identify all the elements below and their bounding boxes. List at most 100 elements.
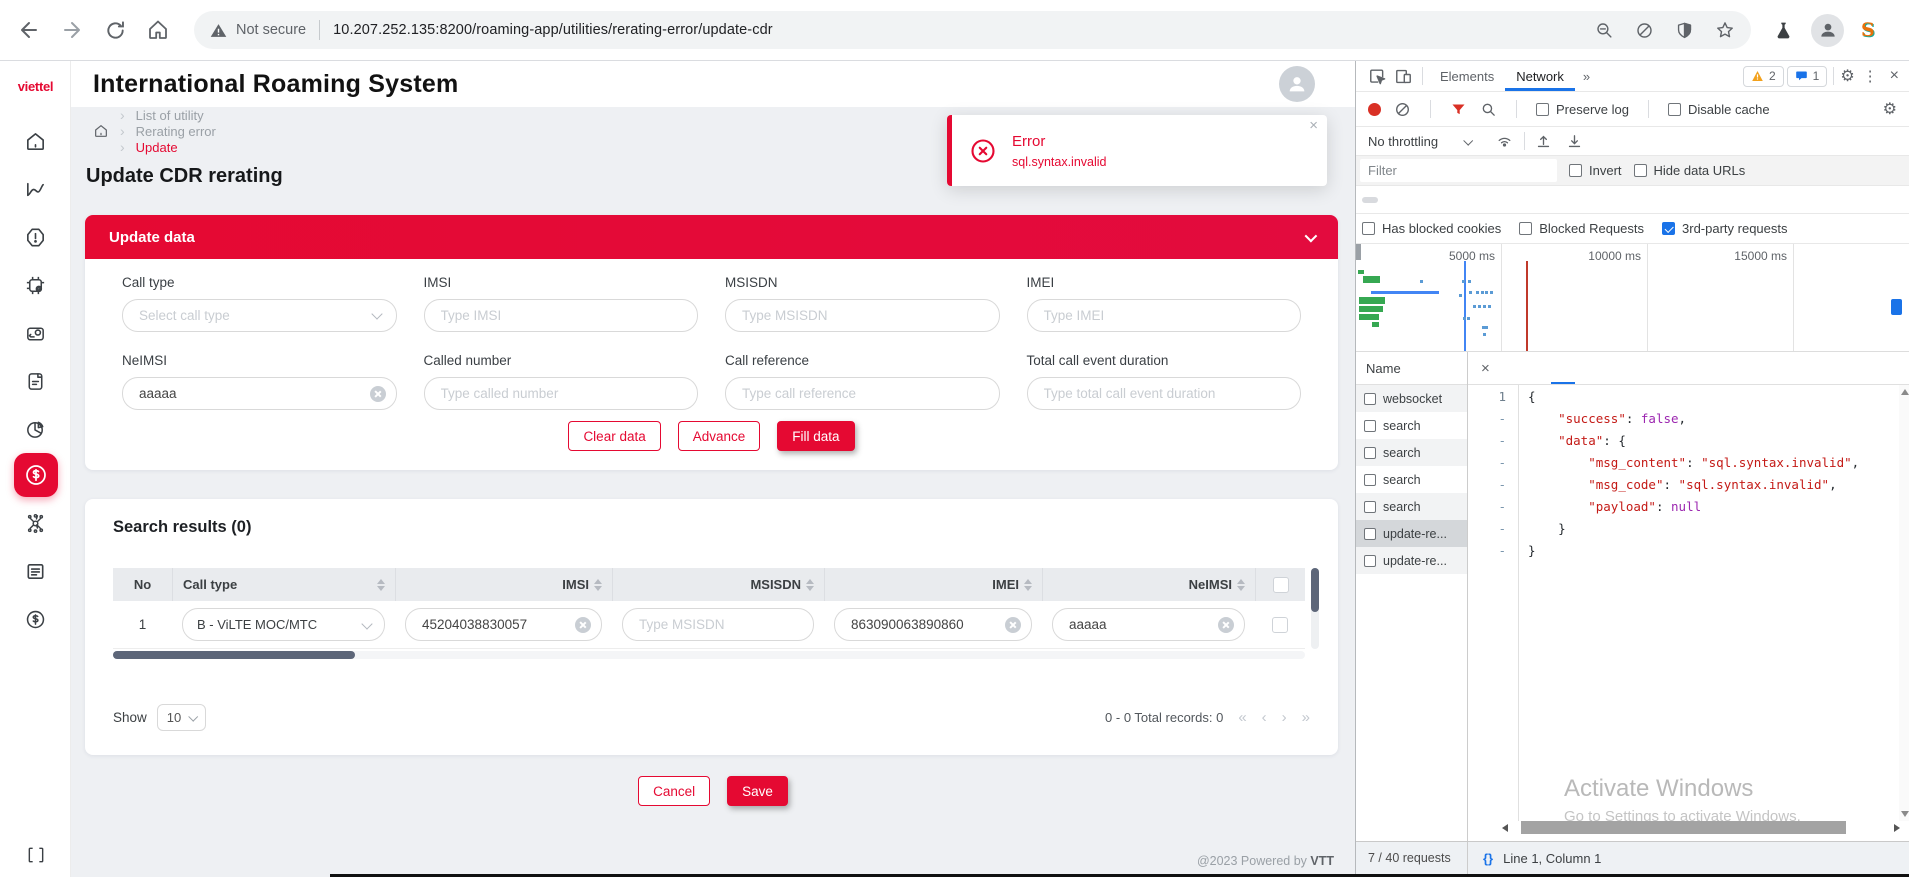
forward-icon[interactable] [59,17,85,43]
scroll-right-icon[interactable] [1894,824,1900,832]
col-msisdn[interactable]: MSISDN [612,568,824,601]
sidebar-item-console[interactable] [0,837,71,873]
import-har-icon[interactable] [1535,133,1552,150]
fill-data-button[interactable]: Fill data [777,421,854,451]
select-all-checkbox[interactable] [1273,577,1289,593]
next-page-icon[interactable]: › [1282,709,1287,726]
network-settings-icon[interactable]: ⚙ [1883,99,1897,119]
sidebar-item-analytics[interactable] [0,171,71,207]
request-row[interactable]: websocket [1356,385,1467,412]
table-vertical-scrollbar[interactable] [1311,568,1319,649]
disable-cache-checkbox[interactable]: Disable cache [1668,102,1770,117]
detail-tab[interactable] [1599,352,1623,384]
request-checkbox[interactable] [1364,447,1376,459]
home-icon[interactable] [145,17,171,43]
throttling-select[interactable]: No throttling [1368,134,1438,149]
scrollbar-thumb[interactable] [1521,821,1846,834]
sort-icon[interactable] [1024,579,1032,591]
request-filter-checkbox[interactable]: Blocked Requests [1519,221,1644,236]
reload-icon[interactable] [102,17,128,43]
request-checkbox[interactable] [1364,474,1376,486]
type-filter[interactable] [1362,197,1378,203]
breadcrumb-item[interactable]: ›List of utility [120,107,216,123]
imsi-input[interactable] [424,299,699,332]
request-row[interactable]: search [1356,493,1467,520]
zoom-out-icon[interactable] [1595,21,1614,40]
prev-page-icon[interactable]: ‹ [1262,709,1267,726]
browser-profile-avatar[interactable] [1811,14,1844,47]
record-network-log-icon[interactable] [1368,103,1381,116]
more-tabs-icon[interactable]: » [1575,69,1598,84]
close-detail-icon[interactable]: × [1468,360,1503,377]
sort-icon[interactable] [1237,579,1245,591]
clear-field-icon[interactable] [1218,617,1234,633]
sort-icon[interactable] [806,579,814,591]
total-duration-input[interactable] [1027,377,1302,410]
row-neimsi-input[interactable] [1052,608,1245,641]
scrollbar-thumb[interactable] [113,651,355,659]
address-bar[interactable]: Not secure 10.207.252.135:8200/roaming-a… [194,11,1751,49]
request-checkbox[interactable] [1364,393,1376,405]
row-imsi-input[interactable] [405,608,602,641]
request-row[interactable]: update-re... [1356,520,1467,547]
user-avatar[interactable] [1279,66,1315,102]
page-size-select[interactable]: 10 [157,704,206,731]
url-text[interactable]: 10.207.252.135:8200/roaming-app/utilitie… [333,22,773,38]
first-page-icon[interactable]: « [1238,709,1246,726]
network-conditions-icon[interactable] [1495,133,1514,150]
scroll-down-icon[interactable] [1901,811,1909,817]
sort-icon[interactable] [377,579,385,591]
bookmark-star-icon[interactable] [1715,20,1735,40]
collapse-chevron-icon[interactable] [1305,229,1318,242]
toast-close-icon[interactable]: × [1309,117,1318,134]
clear-data-button[interactable]: Clear data [568,421,660,451]
request-filter-checkbox[interactable]: 3rd-party requests [1662,221,1788,236]
devtools-close-icon[interactable]: × [1886,67,1909,85]
extension-flask-icon[interactable] [1773,20,1794,41]
request-row[interactable]: search [1356,412,1467,439]
sidebar-item-reports[interactable] [0,411,71,447]
request-checkbox[interactable] [1364,555,1376,567]
detail-tab[interactable] [1527,352,1551,384]
sidebar-item-wallet[interactable] [0,315,71,351]
sidebar-item-network[interactable] [0,505,71,541]
blocked-content-icon[interactable] [1635,21,1654,40]
network-filter-input[interactable] [1360,159,1557,182]
called-number-input[interactable] [424,377,699,410]
request-checkbox[interactable] [1364,420,1376,432]
row-imei-input[interactable] [834,608,1032,641]
scroll-up-icon[interactable] [1901,389,1909,395]
col-call-type[interactable]: Call type [172,568,395,601]
request-row[interactable]: search [1356,439,1467,466]
breadcrumb-item[interactable]: ›Update [120,139,216,155]
code-horizontal-scrollbar[interactable] [1468,820,1909,836]
detail-tab[interactable] [1551,352,1575,384]
tab-network[interactable]: Network [1505,61,1575,91]
preserve-log-checkbox[interactable]: Preserve log [1536,102,1629,117]
last-page-icon[interactable]: » [1302,709,1310,726]
sidebar-item-alerts[interactable] [0,219,71,255]
col-imei[interactable]: IMEI [824,568,1042,601]
breadcrumb-home-icon[interactable] [93,123,109,139]
inspect-element-icon[interactable] [1364,63,1390,89]
call-reference-input[interactable] [725,377,1000,410]
warnings-badge[interactable]: 2 [1743,66,1784,87]
clear-network-log-icon[interactable] [1394,101,1411,118]
clear-field-icon[interactable] [575,617,591,633]
name-column-header[interactable]: Name [1356,352,1467,385]
sidebar-item-billing[interactable] [0,601,71,637]
clear-field-icon[interactable] [1005,617,1021,633]
detail-tab[interactable] [1503,352,1527,384]
invert-checkbox[interactable]: Invert [1569,163,1622,178]
update-data-header[interactable]: Update data [85,215,1338,259]
s-extension-icon[interactable]: S [1861,19,1875,41]
devtools-menu-icon[interactable]: ⋮ [1855,67,1886,85]
sidebar-item-home[interactable] [0,123,71,159]
col-imsi[interactable]: IMSI [395,568,612,601]
col-neimsi[interactable]: NeIMSI [1042,568,1255,601]
hide-data-urls-checkbox[interactable]: Hide data URLs [1634,163,1746,178]
advance-button[interactable]: Advance [678,421,761,451]
call-type-select[interactable] [122,299,397,332]
imei-input[interactable] [1027,299,1302,332]
pretty-print-icon[interactable]: {} [1483,851,1493,866]
